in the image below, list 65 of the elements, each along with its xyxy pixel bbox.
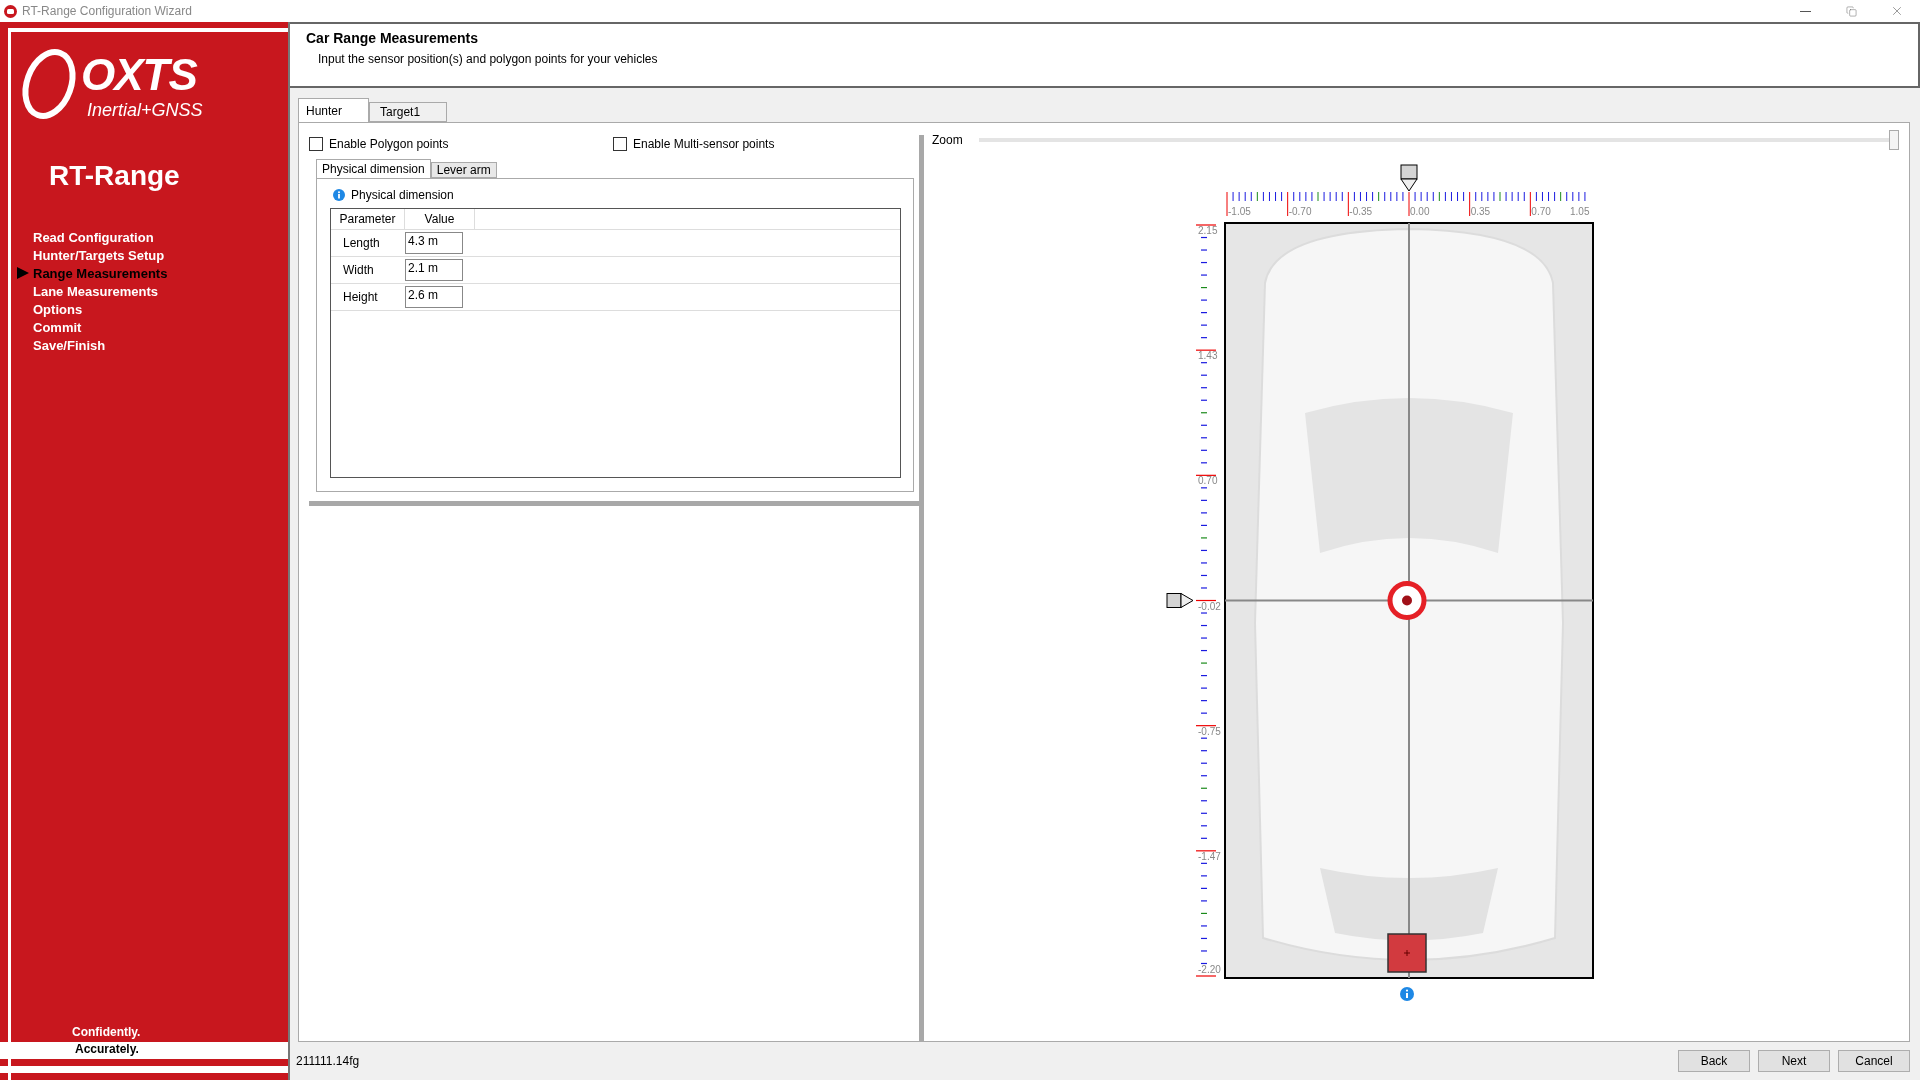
wizard-button[interactable]: Back <box>1678 1050 1750 1072</box>
column-header: Parameter <box>331 209 405 229</box>
status-text: 211111.14fg <box>296 1054 361 1068</box>
group-title: Physical dimension <box>351 188 454 202</box>
column-header: Value <box>405 209 475 229</box>
logo-text: OXTS <box>81 50 197 100</box>
x-sensor-marker-icon[interactable] <box>1400 164 1417 192</box>
nav-item[interactable]: Hunter/Targets Setup <box>11 246 288 264</box>
info-icon[interactable] <box>1399 987 1414 1001</box>
checkbox[interactable] <box>309 137 323 151</box>
logo-subtext: Inertial+GNSS <box>87 100 203 121</box>
nav-item[interactable]: Read Configuration <box>11 228 288 246</box>
ruler-label: -0.75 <box>1197 725 1221 737</box>
vehicle-tab[interactable]: Target1 <box>369 102 448 122</box>
close-icon <box>1890 4 1904 18</box>
tagline: Accurately. <box>0 1042 288 1059</box>
ruler-label: -2.20 <box>1197 964 1221 975</box>
ruler-label: -1.47 <box>1197 850 1221 862</box>
nav-item[interactable]: Lane Measurements <box>11 282 288 300</box>
reference-point-icon[interactable] <box>1386 933 1427 973</box>
wizard-button[interactable]: Cancel <box>1838 1050 1910 1072</box>
ruler-label: 0.70 <box>1530 206 1551 217</box>
nav-item[interactable]: Commit <box>11 318 288 336</box>
detail-tab[interactable]: Physical dimension <box>316 159 431 178</box>
option-checkbox[interactable]: Enable Polygon points <box>309 137 613 151</box>
vehicle-tab[interactable]: Hunter <box>298 98 370 122</box>
product-name: RT-Range <box>49 160 181 192</box>
ruler-label: -0.02 <box>1197 600 1221 612</box>
detail-tab[interactable]: Lever arm <box>430 162 497 178</box>
selected-arrow-icon <box>17 267 29 279</box>
wizard-button[interactable]: Next <box>1758 1050 1830 1072</box>
zoom-label: Zoom <box>932 133 963 147</box>
value-field[interactable]: 4.3 m <box>405 232 463 254</box>
ruler-label: 1.05 <box>1569 206 1589 217</box>
tagline: Confidently. <box>71 1025 142 1041</box>
app-icon <box>4 4 17 18</box>
page-subtitle: Input the sensor position(s) and polygon points for your vehicles <box>318 52 659 66</box>
value-field[interactable]: 2.6 m <box>405 286 463 308</box>
checkbox[interactable] <box>613 137 627 151</box>
parameter-name: Width <box>342 263 375 277</box>
nav-item[interactable]: Save/Finish <box>11 336 288 354</box>
nav-item[interactable]: Range Measurements <box>11 264 288 282</box>
ruler-label: 0.70 <box>1197 475 1217 487</box>
ruler-label: -0.70 <box>1288 206 1311 217</box>
page-title: Car Range Measurements <box>306 30 479 46</box>
parameter-name: Height <box>342 290 379 304</box>
ruler-label: 2.15 <box>1197 225 1217 236</box>
ruler-label: -0.35 <box>1348 206 1372 217</box>
sensor-target-icon[interactable] <box>1387 581 1426 620</box>
ruler-label: 0.35 <box>1470 206 1490 217</box>
checkbox-label: Enable Polygon points <box>329 137 449 151</box>
y-sensor-marker-icon[interactable] <box>1166 593 1193 608</box>
ruler-label: 1.43 <box>1197 350 1217 362</box>
window-title: RT-Range Configuration Wizard <box>22 4 193 18</box>
value-field[interactable]: 2.1 m <box>405 259 463 281</box>
nav-item[interactable]: Options <box>11 300 288 318</box>
option-checkbox[interactable]: Enable Multi-sensor points <box>613 137 919 151</box>
info-icon <box>333 189 345 201</box>
parameter-name: Length <box>342 236 381 250</box>
ruler-label: 0.00 <box>1409 206 1429 217</box>
restore-icon <box>1845 5 1857 17</box>
slider-thumb[interactable] <box>1889 130 1899 150</box>
ruler-label: -1.05 <box>1227 206 1251 217</box>
checkbox-label: Enable Multi-sensor points <box>633 137 775 151</box>
minimize-icon <box>1799 10 1811 12</box>
